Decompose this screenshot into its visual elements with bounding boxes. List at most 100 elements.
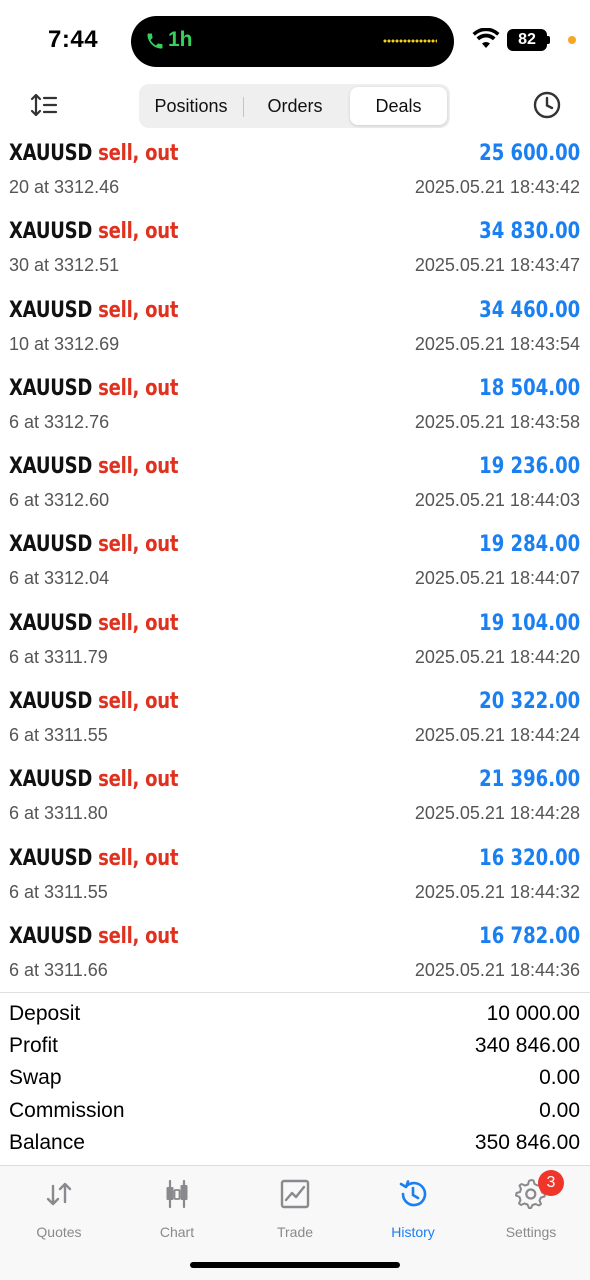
deal-volume-price: 6 at 3312.60 (9, 490, 110, 511)
list-item[interactable]: XAUUSD sell, out 16 320.00 6 at 3311.55 … (0, 842, 590, 920)
battery-indicator: 82 (507, 29, 547, 51)
symbol-name: XAUUSD (9, 297, 93, 323)
tab-settings[interactable]: Settings (472, 1176, 590, 1240)
symbol-name: XAUUSD (9, 923, 93, 949)
deal-volume-price: 6 at 3312.04 (9, 568, 110, 589)
summary-label: Commission (9, 1098, 125, 1122)
tab-label: Chart (159, 1224, 195, 1240)
deal-volume-price: 6 at 3311.66 (9, 959, 108, 980)
symbol-name: XAUUSD (9, 532, 93, 558)
deal-volume-price: 6 at 3311.55 (9, 725, 108, 746)
tab-deals[interactable]: Deals (350, 87, 447, 125)
tab-trade[interactable]: Trade (236, 1176, 354, 1240)
tab-label: Quotes (36, 1224, 82, 1240)
deal-profit: 18 504.00 (478, 375, 580, 401)
deal-volume-price: 6 at 3312.76 (9, 411, 110, 432)
deal-direction: sell, out (98, 454, 179, 480)
symbol-name: XAUUSD (9, 767, 93, 793)
deal-direction: sell, out (98, 923, 179, 949)
tab-label: Settings (505, 1224, 557, 1240)
deal-profit: 19 284.00 (478, 532, 580, 558)
history-clock-icon[interactable] (532, 90, 562, 120)
deal-time: 2025.05.21 18:43:58 (414, 411, 580, 432)
deal-time: 2025.05.21 18:44:32 (414, 881, 580, 902)
summary-value: 350 846.00 (474, 1130, 580, 1154)
chart-icon (166, 1179, 188, 1209)
deal-volume-price: 10 at 3312.69 (9, 333, 120, 354)
deal-direction: sell, out (98, 689, 179, 715)
deal-time: 2025.05.21 18:43:54 (414, 333, 580, 354)
deal-symbol: XAUUSD sell, out (9, 375, 179, 401)
summary-row-balance: Balance 350 846.00 (0, 1129, 590, 1161)
deal-symbol: XAUUSD sell, out (9, 532, 179, 558)
summary-row-swap: Swap 0.00 (0, 1064, 590, 1096)
deal-symbol: XAUUSD sell, out (9, 689, 179, 715)
phone-icon (147, 33, 163, 49)
symbol-name: XAUUSD (9, 141, 93, 166)
deal-time: 2025.05.21 18:44:07 (414, 568, 580, 589)
summary-row-deposit: Deposit 10 000.00 (0, 1000, 590, 1032)
deal-time: 2025.05.21 18:44:03 (414, 490, 580, 511)
list-item[interactable]: XAUUSD sell, out 21 396.00 6 at 3311.80 … (0, 763, 590, 841)
deal-symbol: XAUUSD sell, out (9, 767, 179, 793)
deal-symbol: XAUUSD sell, out (9, 297, 179, 323)
status-bar: 7:44 1h 82 (0, 0, 590, 80)
deal-time: 2025.05.21 18:44:28 (414, 803, 580, 824)
deal-symbol: XAUUSD sell, out (9, 454, 179, 480)
deal-symbol: XAUUSD sell, out (9, 845, 179, 871)
list-item[interactable]: XAUUSD sell, out 34 460.00 10 at 3312.69… (0, 294, 590, 372)
battery-tip (547, 36, 550, 44)
symbol-name: XAUUSD (9, 689, 93, 715)
deal-volume-price: 30 at 3312.51 (9, 255, 120, 276)
list-item[interactable]: XAUUSD sell, out 25 600.00 20 at 3312.46… (0, 137, 590, 215)
home-indicator[interactable] (190, 1262, 400, 1268)
list-item[interactable]: XAUUSD sell, out 34 830.00 30 at 3312.51… (0, 215, 590, 293)
deal-symbol: XAUUSD sell, out (9, 923, 179, 949)
trade-icon (280, 1179, 310, 1209)
deal-profit: 34 830.00 (478, 219, 580, 245)
toolbar: Positions Orders Deals (0, 80, 590, 132)
deal-time: 2025.05.21 18:44:24 (414, 725, 580, 746)
tab-history[interactable]: History (354, 1176, 472, 1240)
tab-label: History (391, 1224, 435, 1240)
summary-value: 10 000.00 (486, 1002, 580, 1025)
summary-value: 0.00 (539, 1098, 580, 1122)
deal-profit: 19 236.00 (478, 454, 580, 480)
tab-orders[interactable]: Orders (244, 87, 346, 125)
tab-positions[interactable]: Positions (141, 87, 241, 125)
deal-profit: 19 104.00 (478, 610, 580, 636)
deals-list: XAUUSD sell, out 25 600.00 20 at 3312.46… (0, 137, 590, 998)
tab-quotes[interactable]: Quotes (0, 1176, 118, 1240)
deal-direction: sell, out (98, 845, 179, 871)
deal-direction: sell, out (98, 610, 179, 636)
list-item[interactable]: XAUUSD sell, out 20 322.00 6 at 3311.55 … (0, 685, 590, 763)
summary-label: Deposit (9, 1002, 81, 1025)
summary-value: 340 846.00 (474, 1034, 580, 1058)
account-summary: Deposit 10 000.00 Profit 340 846.00 Swap… (0, 1000, 590, 1161)
tab-chart[interactable]: Chart (118, 1176, 236, 1240)
deal-profit: 16 782.00 (478, 923, 580, 949)
history-segmented-control: Positions Orders Deals (139, 84, 450, 128)
summary-label: Swap (9, 1066, 62, 1090)
deal-direction: sell, out (98, 532, 179, 558)
deal-symbol: XAUUSD sell, out (9, 610, 179, 636)
deal-time: 2025.05.21 18:44:20 (414, 646, 580, 667)
deal-volume-price: 6 at 3311.79 (9, 646, 108, 667)
list-item[interactable]: XAUUSD sell, out 16 782.00 6 at 3311.66 … (0, 920, 590, 998)
deal-profit: 21 396.00 (478, 767, 580, 793)
symbol-name: XAUUSD (9, 375, 93, 401)
call-duration: 1h (168, 28, 193, 51)
settings-notification-badge: 3 (538, 1170, 564, 1196)
list-item[interactable]: XAUUSD sell, out 18 504.00 6 at 3312.76 … (0, 372, 590, 450)
list-item[interactable]: XAUUSD sell, out 19 284.00 6 at 3312.04 … (0, 528, 590, 606)
list-item[interactable]: XAUUSD sell, out 19 104.00 6 at 3311.79 … (0, 607, 590, 685)
list-item[interactable]: XAUUSD sell, out 19 236.00 6 at 3312.60 … (0, 450, 590, 528)
quotes-icon (46, 1182, 72, 1206)
symbol-name: XAUUSD (9, 610, 93, 636)
deal-direction: sell, out (98, 767, 179, 793)
dynamic-island[interactable]: 1h (131, 16, 454, 67)
summary-row-profit: Profit 340 846.00 (0, 1032, 590, 1064)
wifi-icon (472, 28, 500, 48)
sort-icon[interactable] (30, 92, 58, 118)
symbol-name: XAUUSD (9, 219, 93, 245)
